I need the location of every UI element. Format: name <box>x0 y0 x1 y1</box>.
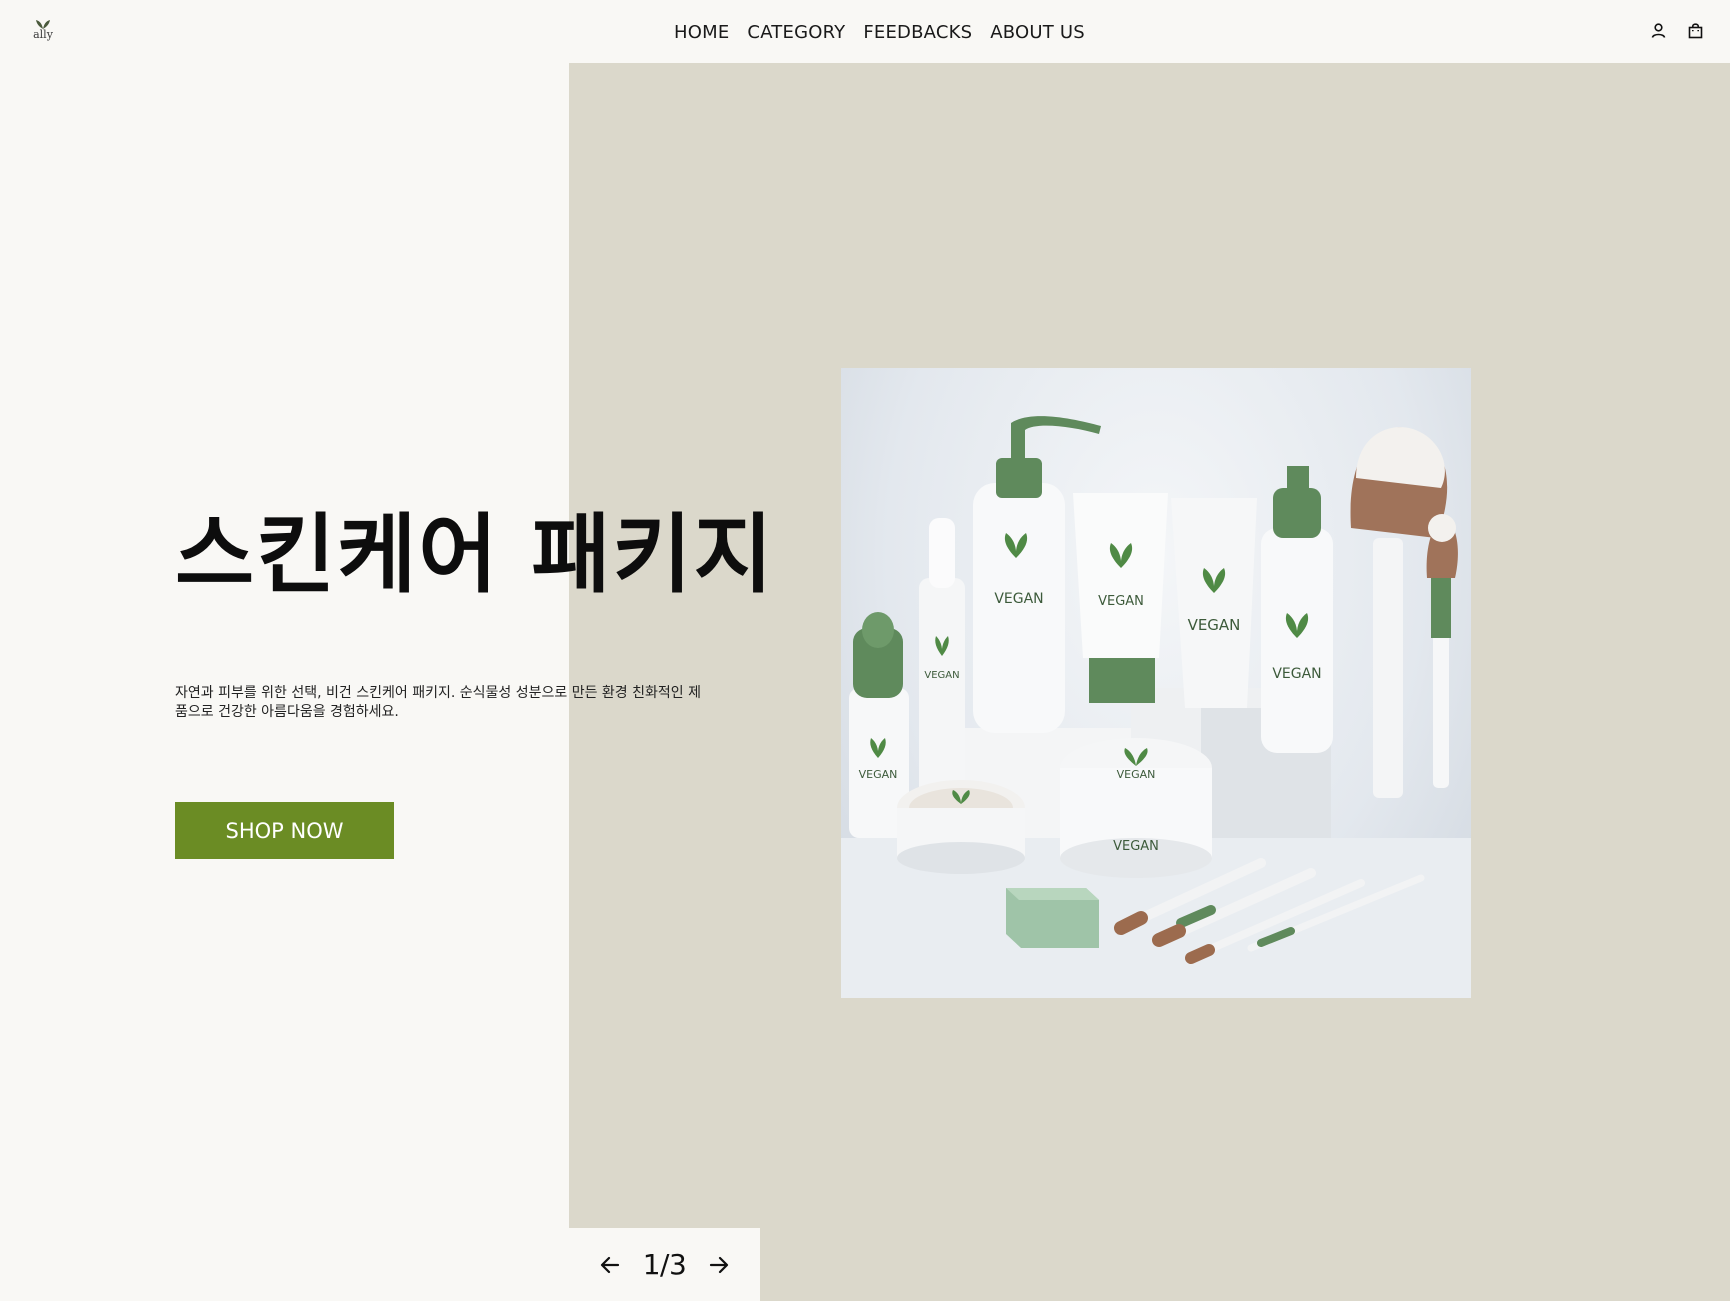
nav-category[interactable]: CATEGORY <box>747 21 845 45</box>
svg-text:VEGAN: VEGAN <box>1098 594 1144 609</box>
next-slide-button[interactable] <box>708 1254 730 1276</box>
svg-text:VEGAN: VEGAN <box>859 768 898 781</box>
svg-text:VEGAN: VEGAN <box>1188 616 1241 634</box>
header-actions <box>1650 22 1704 39</box>
slider-control: 1/3 <box>569 1228 760 1301</box>
svg-text:VEGAN: VEGAN <box>1113 839 1159 854</box>
shop-now-button[interactable]: SHOP NOW <box>175 802 394 859</box>
nav-feedbacks[interactable]: FEEDBACKS <box>863 21 972 45</box>
nav-about-us[interactable]: ABOUT US <box>990 21 1085 45</box>
user-icon[interactable] <box>1650 22 1667 39</box>
product-image: VEGAN VEGAN VEGAN VEGAN VEGAN VEGAN VEGA… <box>841 368 1471 998</box>
svg-text:VEGAN: VEGAN <box>994 591 1043 607</box>
hero-title: 스킨케어 패키지 <box>175 505 775 605</box>
arrow-left-icon <box>600 1256 619 1273</box>
svg-text:VEGAN: VEGAN <box>924 670 959 681</box>
hero-description: 자연과 피부를 위한 선택, 비건 스킨케어 패키지. 순식물성 성분으로 만든… <box>175 685 701 720</box>
shopping-bag-icon[interactable] <box>1687 22 1704 39</box>
nav-home[interactable]: HOME <box>674 21 729 45</box>
arrow-right-icon <box>710 1256 729 1273</box>
svg-text:VEGAN: VEGAN <box>1272 666 1321 682</box>
slide-counter: 1/3 <box>642 1248 687 1281</box>
site-logo[interactable]: ally <box>30 18 56 42</box>
prev-slide-button[interactable] <box>599 1254 621 1276</box>
logo-wordmark: ally <box>33 28 53 41</box>
svg-text:VEGAN: VEGAN <box>1117 768 1156 781</box>
main-nav: HOME CATEGORY FEEDBACKS ABOUT US <box>674 21 1085 45</box>
site-header: ally HOME CATEGORY FEEDBACKS ABOUT US <box>0 0 1730 63</box>
